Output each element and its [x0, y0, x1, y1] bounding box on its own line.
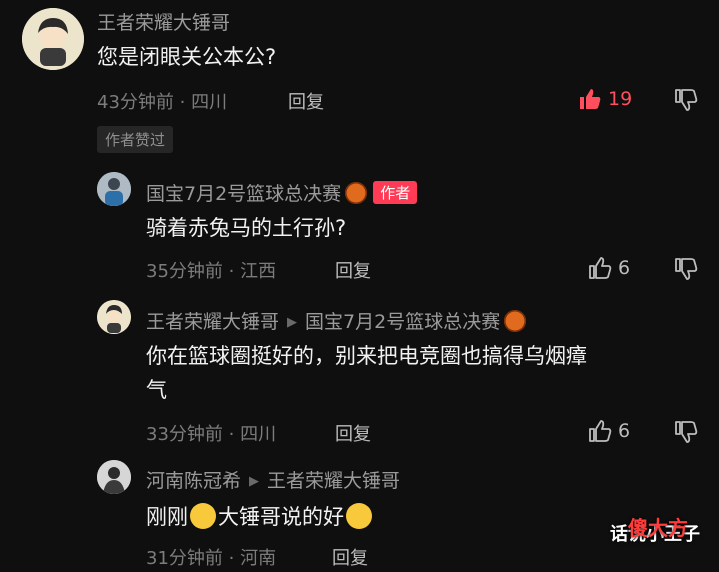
like-button[interactable]: 6	[588, 419, 630, 443]
comment-author: 国宝7月2号篮球总决赛 作者	[146, 178, 418, 206]
comment-author: 王者荣耀大锤哥 ▶ 国宝7月2号篮球总决赛	[146, 306, 527, 334]
comment-text: 骑着赤兔马的土行孙?	[146, 216, 347, 240]
like-button[interactable]: 6	[588, 256, 630, 280]
comment-text: 您是闭眼关公本公?	[97, 45, 277, 69]
comment-meta: 43分钟前 · 四川	[97, 92, 228, 113]
comment-text-line: 你在篮球圈挺好的，别来把电竞圈也搞得乌烟瘴	[146, 344, 587, 368]
dislike-button[interactable]	[674, 257, 698, 285]
like-count: 6	[618, 257, 631, 279]
crying-emoji-icon	[346, 503, 372, 529]
avatar[interactable]	[97, 172, 131, 206]
avatar[interactable]	[97, 300, 131, 334]
thumbs-down-icon	[675, 89, 698, 111]
thumbs-down-icon	[675, 421, 698, 443]
reply-to-name[interactable]: 王者荣耀大锤哥	[267, 470, 400, 492]
thumbs-down-icon	[675, 258, 698, 280]
thumbs-up-icon	[589, 420, 612, 442]
like-count: 6	[618, 420, 631, 442]
like-button[interactable]: 19	[578, 87, 632, 111]
basketball-icon	[345, 182, 368, 204]
comment-text: 刚刚 大锤哥说的好	[146, 498, 374, 534]
comment-text-line: 气	[146, 378, 167, 402]
author-liked-badge: 作者赞过	[97, 126, 174, 153]
heart-eyes-emoji-icon	[190, 503, 216, 529]
watermark-logo-text: 傻大方	[628, 516, 688, 540]
reply-button[interactable]: 回复	[335, 420, 371, 446]
thumbs-up-icon	[580, 89, 601, 109]
comment-meta: 33分钟前 · 四川	[146, 424, 277, 445]
reply-author-name[interactable]: 王者荣耀大锤哥	[146, 311, 279, 333]
comment-author: 河南陈冠希 ▶ 王者荣耀大锤哥	[146, 466, 400, 493]
reply-to-name[interactable]: 国宝7月2号篮球总决赛	[305, 311, 500, 333]
reply-arrow-icon: ▶	[249, 474, 260, 489]
avatar[interactable]	[22, 8, 84, 70]
dislike-button[interactable]	[674, 420, 698, 448]
basketball-icon	[504, 310, 527, 332]
thumbs-up-icon	[589, 257, 612, 279]
author-tag-badge: 作者	[373, 181, 418, 204]
avatar-cartoon-icon	[22, 8, 84, 70]
watermark: 话说小王子 傻大方	[610, 516, 700, 546]
comment-text-part: 大锤哥说的好	[218, 505, 344, 529]
comment-text: 你在篮球圈挺好的，别来把电竞圈也搞得乌烟瘴 气	[146, 339, 706, 407]
reply-author-name[interactable]: 国宝7月2号篮球总决赛	[146, 183, 341, 205]
avatar[interactable]	[97, 460, 131, 494]
reply-button[interactable]: 回复	[335, 257, 371, 283]
reply-arrow-icon: ▶	[287, 315, 298, 330]
comment-text-part: 刚刚	[146, 505, 188, 529]
avatar-photo-icon	[97, 460, 131, 494]
comment-meta: 35分钟前 · 江西	[146, 261, 277, 282]
reply-author-name[interactable]: 河南陈冠希	[146, 470, 241, 492]
comment-author[interactable]: 王者荣耀大锤哥	[97, 8, 230, 35]
like-count: 19	[608, 88, 633, 110]
avatar-photo-icon	[97, 172, 131, 206]
dislike-button[interactable]	[674, 88, 698, 116]
avatar-cartoon-icon	[97, 300, 131, 334]
reply-button[interactable]: 回复	[288, 88, 324, 114]
reply-button[interactable]: 回复	[332, 544, 368, 570]
comment-meta: 31分钟前 · 河南	[146, 548, 277, 569]
